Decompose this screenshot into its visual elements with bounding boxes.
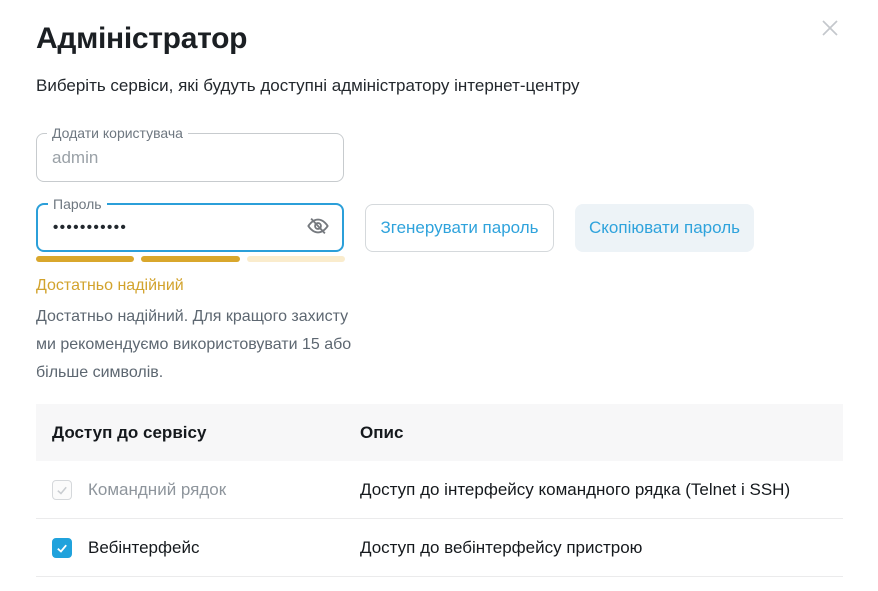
service-name: Вебінтерфейс xyxy=(88,538,199,558)
password-input[interactable] xyxy=(38,205,342,250)
page-title: Адміністратор xyxy=(36,22,247,56)
password-strength-meter xyxy=(36,256,345,262)
username-input xyxy=(37,134,343,181)
services-table: Доступ до сервісу Опис Командний рядок Д… xyxy=(36,404,843,577)
webui-checkbox[interactable] xyxy=(52,538,72,558)
cli-checkbox xyxy=(52,480,72,500)
header-service-access: Доступ до сервісу xyxy=(36,423,360,443)
service-description: Доступ до вебінтерфейсу пристрою xyxy=(360,538,843,558)
eye-off-icon xyxy=(307,215,329,242)
copy-password-button[interactable]: Скопіювати пароль xyxy=(575,204,754,252)
strength-segment xyxy=(141,256,239,262)
generate-password-button[interactable]: Згенерувати пароль xyxy=(365,204,554,252)
table-header-row: Доступ до сервісу Опис xyxy=(36,404,843,461)
service-description: Доступ до інтерфейсу командного рядка (T… xyxy=(360,480,843,500)
table-row-webui: Вебінтерфейс Доступ до вебінтерфейсу при… xyxy=(36,519,843,577)
username-field: Додати користувача xyxy=(36,133,344,182)
service-name: Командний рядок xyxy=(88,480,226,500)
strength-level-label: Достатньо надійний xyxy=(36,277,184,295)
show-password-button[interactable] xyxy=(306,216,330,240)
table-row-cli: Командний рядок Доступ до інтерфейсу ком… xyxy=(36,461,843,519)
password-field: Пароль xyxy=(36,203,344,252)
strength-hint-text: Достатньо надійний. Для кращого захисту … xyxy=(36,303,370,387)
close-icon xyxy=(818,16,842,45)
header-description: Опис xyxy=(360,423,843,443)
strength-segment xyxy=(247,256,345,262)
strength-segment xyxy=(36,256,134,262)
close-button[interactable] xyxy=(816,16,844,44)
dialog-subtitle: Виберіть сервіси, які будуть доступні ад… xyxy=(36,76,579,96)
administrator-dialog: Адміністратор Виберіть сервіси, які буду… xyxy=(0,0,878,591)
